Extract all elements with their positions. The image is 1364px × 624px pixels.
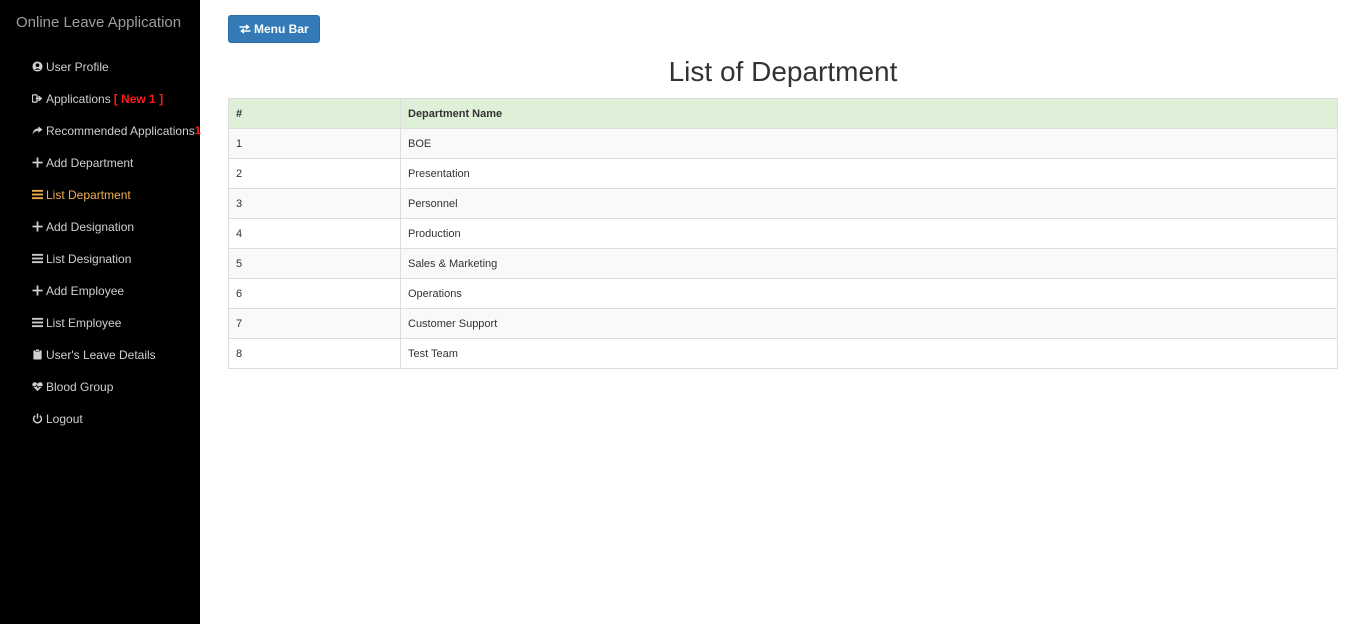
sidebar-item-add-employee[interactable]: Add Employee	[32, 282, 201, 314]
sidebar-item-add-designation[interactable]: Add Designation	[32, 218, 201, 250]
sidebar-item-list-designation[interactable]: List Designation	[32, 250, 201, 282]
sidebar-item-add-department[interactable]: Add Department	[32, 154, 201, 186]
row-number-cell: 7	[228, 308, 401, 339]
table-row: 6 Operations	[228, 278, 1338, 309]
department-name-cell: Test Team	[400, 338, 1338, 369]
plus-icon	[32, 157, 43, 168]
sidebar-item-label: Recommended Applications	[46, 124, 195, 138]
sidebar-item-label: User Profile	[46, 60, 109, 74]
user-circle-icon	[32, 61, 43, 72]
department-name-cell: Production	[400, 218, 1338, 249]
sidebar-item-blood-group[interactable]: Blood Group	[32, 378, 201, 410]
table-row: 1 BOE	[228, 128, 1338, 159]
sidebar-item-label: Applications	[46, 92, 111, 106]
sidebar-item-list-department[interactable]: List Department	[32, 186, 201, 218]
sidebar-item-label: Blood Group	[46, 380, 114, 394]
sidebar-item-label: Add Department	[46, 156, 134, 170]
department-name-cell: Customer Support	[400, 308, 1338, 339]
sidebar-item-users-leave-details[interactable]: User's Leave Details	[32, 346, 201, 378]
department-name-cell: Operations	[400, 278, 1338, 309]
row-number-cell: 4	[228, 218, 401, 249]
power-icon	[32, 413, 43, 424]
app-title[interactable]: Online Leave Application	[16, 14, 181, 31]
menu-bar-button[interactable]: Menu Bar	[228, 15, 320, 43]
exchange-icon	[239, 24, 251, 34]
sidebar-item-user-profile[interactable]: User Profile	[32, 58, 201, 90]
sidebar-item-label: Add Employee	[46, 284, 125, 298]
row-number-cell: 6	[228, 278, 401, 309]
department-name-cell: Sales & Marketing	[400, 248, 1338, 279]
plus-icon	[32, 285, 43, 296]
sign-out-icon	[32, 93, 43, 104]
page-title: List of Department	[668, 56, 898, 87]
sidebar-nav: User Profile Applications [ New 1 ] Reco…	[32, 58, 201, 442]
sidebar-item-label: List Department	[46, 188, 131, 202]
column-header-department-name: Department Name	[400, 98, 1338, 129]
sidebar-item-label: List Employee	[46, 316, 122, 330]
table-row: 3 Personnel	[228, 188, 1338, 219]
row-number-cell: 2	[228, 158, 401, 189]
heartbeat-icon	[32, 381, 43, 392]
sidebar-item-applications[interactable]: Applications [ New 1 ]	[32, 90, 201, 122]
row-number-cell: 1	[228, 128, 401, 159]
table-row: 2 Presentation	[228, 158, 1338, 189]
table-row: 7 Customer Support	[228, 308, 1338, 339]
department-name-cell: BOE	[400, 128, 1338, 159]
list-icon	[32, 189, 43, 200]
department-name-cell: Presentation	[400, 158, 1338, 189]
clipboard-icon	[32, 349, 43, 360]
sidebar-item-label: Logout	[46, 412, 83, 426]
sidebar-item-label: User's Leave Details	[46, 348, 156, 362]
row-number-cell: 3	[228, 188, 401, 219]
menu-bar-label: Menu Bar	[254, 22, 309, 36]
department-table: # Department Name 1 BOE 2 Presentation 3…	[228, 98, 1338, 369]
sidebar-item-label: Add Designation	[46, 220, 135, 234]
plus-icon	[32, 221, 43, 232]
sidebar-item-list-employee[interactable]: List Employee	[32, 314, 201, 346]
sidebar-item-logout[interactable]: Logout	[32, 410, 201, 442]
share-icon	[32, 125, 43, 136]
new-applications-badge: [ New 1 ]	[113, 92, 164, 106]
sidebar: Online Leave Application User Profile Ap…	[0, 0, 201, 624]
row-number-cell: 8	[228, 338, 401, 369]
table-row: 5 Sales & Marketing	[228, 248, 1338, 279]
row-number-cell: 5	[228, 248, 401, 279]
list-icon	[32, 317, 43, 328]
sidebar-item-recommended-applications[interactable]: Recommended Applications 1	[32, 122, 201, 154]
recommended-count-badge: 1	[194, 125, 201, 137]
sidebar-item-label: List Designation	[46, 252, 132, 266]
table-header-row: # Department Name	[228, 98, 1338, 129]
department-name-cell: Personnel	[400, 188, 1338, 219]
table-row: 8 Test Team	[228, 338, 1338, 369]
column-header-number: #	[228, 98, 401, 129]
list-icon	[32, 253, 43, 264]
table-row: 4 Production	[228, 218, 1338, 249]
